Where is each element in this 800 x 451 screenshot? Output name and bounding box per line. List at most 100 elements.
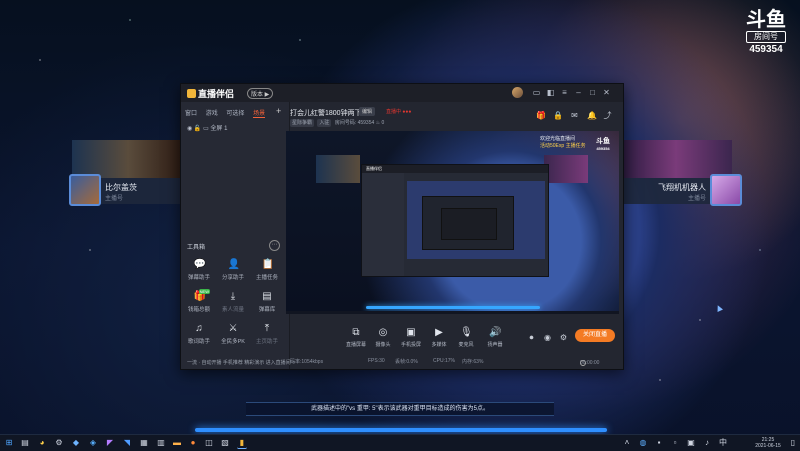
message-icon[interactable]: ✉ [570,111,579,120]
tab-window[interactable]: 窗口 [185,111,197,117]
tab-optional[interactable]: 可选择 [226,111,244,117]
stream-title: 打会儿红警1800钟两下 [290,110,362,117]
firefox-icon[interactable]: ● [188,438,198,448]
app-icon[interactable]: ▧ [220,438,230,448]
task-icon: 📋 [261,259,274,270]
tool-share-assistant[interactable]: 👤 分享助手 [217,259,249,287]
room-number-value: 459354 [357,120,375,126]
source-camera-button[interactable]: ◎ 摄像头 [370,327,396,348]
lock-icon[interactable]: 🔓 [194,126,201,132]
settings-icon[interactable]: ⚙ [54,438,64,448]
bell-icon[interactable]: 🔔 [587,111,597,120]
edit-title-button[interactable]: 编辑 [359,107,376,116]
clock[interactable]: 21:25 2021-06-15 [748,437,788,449]
lyrics-icon: ♫ [195,323,203,334]
tray-app-icon[interactable]: ▣ [686,438,696,448]
tool-danmu-assistant[interactable]: 💬 弹幕助手 [183,259,215,287]
minimize-icon[interactable]: – [574,88,583,97]
player-portrait-left [72,140,184,178]
app-icon[interactable]: ◫ [204,438,214,448]
stream-preview[interactable]: 欢迎光临直播间 活动50Exp 主播任务 斗鱼 459354 直播伴侣 [286,131,619,314]
app-icon[interactable]: ◆ [71,438,81,448]
tool-homepage-assistant[interactable]: ⤒ 主页助手 [251,323,283,351]
scene-label: 全屏 1 [210,126,228,132]
bitrate-status: 码率:1054kbps [290,359,324,365]
go-live-button[interactable]: 关闭直播 [575,329,615,342]
tab-game[interactable]: 游戏 [206,111,218,117]
subtitle-bar: 武器描述中的"vs 重甲: 5"表示该武器对重甲目标造成的伤害为5点。 [246,402,554,416]
avatar [710,174,742,206]
tool-box-total[interactable]: 🎁 NEW 钱箱总额 [183,289,215,319]
add-source-button[interactable]: + [276,106,281,116]
close-icon[interactable]: ✕ [602,88,611,97]
folder-icon[interactable]: ▬ [172,438,182,448]
visual-studio-icon[interactable]: ◤ [105,438,115,448]
tool-lyrics-assistant[interactable]: ♫ 歌词助手 [183,323,215,351]
player-name-right: 飞翔机机器人 [658,183,706,192]
source-tabs: 窗口 游戏 可选择 场景 [185,108,272,118]
streaming-app-window: 直播伴侣 版本 ▶ ▭ ◧ ≡ – □ ✕ 窗口 游戏 可选择 场景 + ◉ 🔓… [180,83,624,370]
ime-icon[interactable]: 中 [718,438,728,448]
tool-traffic[interactable]: ⤓ 素人流量 [217,291,249,319]
source-screen-button[interactable]: ⧉ 直播屏幕 [343,327,369,348]
tool-multi-pk[interactable]: ⚔ 全民多PK [217,323,249,351]
tray-app-icon[interactable]: ▫ [670,438,680,448]
settings-icon[interactable]: ⚙ [559,333,568,342]
avatar[interactable] [512,87,523,98]
record-icon[interactable]: ⏺ [527,333,536,342]
file-explorer-icon[interactable]: ▤ [20,438,30,448]
microphone-button[interactable]: 🎙 麦克风 [453,327,479,348]
category-chip[interactable]: 星际争霸 [290,119,315,127]
eye-icon[interactable]: ◉ [187,126,192,132]
glow-bar [195,428,607,432]
source-media-button[interactable]: ▶ 多媒体 [426,327,452,348]
skin-icon[interactable]: ◧ [546,88,555,97]
monitor-icon: ▭ [203,126,209,132]
source-phone-button[interactable]: ▣ 手机投屏 [398,327,424,348]
preview-eye-icon[interactable]: ◉ [543,333,552,342]
start-icon[interactable]: ⊞ [4,438,14,448]
phone-icon: ▣ [406,327,416,338]
tray-app-icon[interactable]: ▪ [654,438,664,448]
player-sub-right: 主播号 [687,196,706,202]
app-titlebar: 直播伴侣 版本 ▶ ▭ ◧ ≡ – □ ✕ [181,84,623,102]
preview-glow-bar [366,306,540,309]
scene-item[interactable]: ◉ 🔓 ▭ 全屏 1 [187,123,227,132]
app-icon[interactable]: ◈ [88,438,98,448]
app-icon[interactable]: ▦ [139,438,149,448]
speaker-icon: 🔊 [489,327,502,338]
preview-notice: 欢迎光临直播间 活动50Exp 主播任务 [540,136,586,149]
speaker-button[interactable]: 🔊 扬声器 [482,327,508,348]
library-icon: ▤ [262,291,272,302]
player-portrait-right [620,140,732,178]
douyu-companion-icon[interactable]: ▮ [237,438,247,449]
tray-up-icon[interactable]: ˄ [622,438,632,448]
upload-icon: ⤒ [264,323,270,334]
version-badge[interactable]: 版本 ▶ [247,88,274,99]
scene-sidebar: 窗口 游戏 可选择 场景 + ◉ 🔓 ▭ 全屏 1 工具箱 ⋯ 💬 弹幕助手 👤 分… [181,102,295,369]
notification-icon[interactable]: ▯ [788,438,798,448]
tag-chip[interactable]: 入驻 [317,119,332,127]
screen-icon[interactable]: ▭ [532,88,541,97]
heat-value: 0 [381,120,385,126]
sidebar-footer: 一流 · 自动开播 手机推荐 精彩演示 进入直播间 ○ [187,360,296,366]
media-icon: ▶ [435,327,443,338]
lock-icon[interactable]: 🔒 [553,111,563,120]
app-icon[interactable]: ▥ [156,438,166,448]
app-logo: 直播伴侣 [187,87,234,100]
douyu-brand: 斗鱼 [746,9,786,31]
volume-icon[interactable]: ♪ [702,438,712,448]
share-icon: 👤 [227,259,240,270]
more-tools-button[interactable]: ⋯ [269,240,280,251]
tool-danmu-library[interactable]: ▤ 弹幕库 [251,291,283,319]
tool-streamer-task[interactable]: 📋 主播任务 [251,259,283,287]
share-icon[interactable]: ⤴ [603,111,612,120]
network-icon[interactable]: ◍ [638,438,648,448]
vscode-icon[interactable]: ◥ [122,438,132,448]
menu-icon[interactable]: ≡ [560,88,569,97]
tab-scene[interactable]: 场景 [253,111,266,118]
gift-icon[interactable]: 🎁 [536,111,546,120]
maximize-icon[interactable]: □ [588,88,597,97]
chrome-icon[interactable]: ◕ [37,438,47,448]
player-banner-left: 比尔盖茨 主播号 [69,140,184,206]
